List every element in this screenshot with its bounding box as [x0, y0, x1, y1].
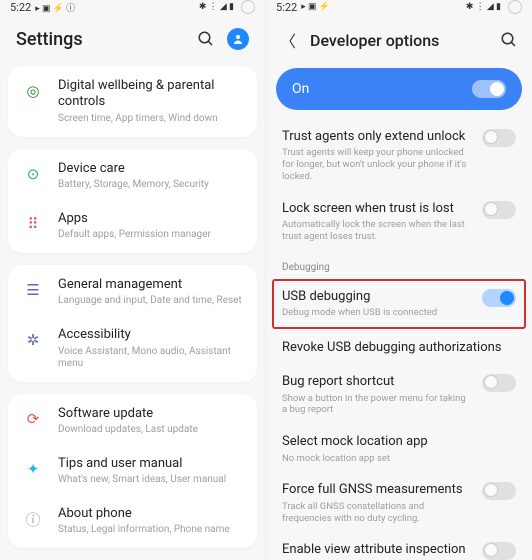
general-icon: ☰ — [22, 279, 44, 301]
row-general-management[interactable]: ☰ General management Language and input,… — [8, 267, 257, 317]
row-title: Tips and user manual — [58, 456, 243, 472]
on-label: On — [292, 81, 309, 97]
row-device-care[interactable]: ⊙ Device care Battery, Storage, Memory, … — [8, 151, 257, 201]
row-sub: Show a button in the power menu for taki… — [282, 393, 472, 417]
row-lock-screen-trust[interactable]: Lock screen when trust is lost Automatic… — [280, 192, 518, 252]
usb-debugging-highlight: USB debugging Debug mode when USB is con… — [272, 279, 526, 329]
row-sub: Download updates, Last update — [58, 424, 243, 436]
row-sub: Debug mode when USB is connected — [282, 307, 472, 319]
status-circle — [241, 0, 255, 14]
about-icon: ⓘ — [22, 508, 44, 530]
status-icons-left: ▸ ▣ ⚡ ⓘ — [35, 1, 75, 14]
row-mock-location[interactable]: Select mock location app No mock locatio… — [280, 425, 518, 473]
row-sub: Track all GNSS constellations and freque… — [282, 501, 472, 525]
accessibility-icon: ✲ — [22, 329, 44, 351]
search-icon[interactable] — [197, 30, 215, 48]
row-title: USB debugging — [282, 289, 472, 305]
status-time: 5:22 — [276, 1, 297, 14]
row-title: Revoke USB debugging authorizations — [282, 340, 516, 356]
row-revoke-usb[interactable]: Revoke USB debugging authorizations — [280, 331, 518, 365]
toggle-bug-report[interactable] — [482, 374, 516, 392]
settings-card: ⟳ Software update Download updates, Last… — [8, 394, 257, 549]
row-bug-report[interactable]: Bug report shortcut Show a button in the… — [280, 365, 518, 425]
row-title: Bug report shortcut — [282, 374, 472, 390]
profile-avatar[interactable] — [227, 28, 249, 50]
row-title: Lock screen when trust is lost — [282, 201, 472, 217]
section-debugging: Debugging — [280, 252, 518, 277]
settings-card: ☰ General management Language and input,… — [8, 265, 257, 382]
developer-on-toggle-row[interactable]: On — [276, 68, 522, 110]
developer-header: 〈 Developer options — [266, 14, 532, 62]
row-title: Digital wellbeing & parental controls — [58, 78, 243, 111]
toggle-gnss[interactable] — [482, 482, 516, 500]
status-icons-right: ✱ ⋮ ◢ ▮ — [199, 2, 234, 12]
row-sub: Language and input, Date and time, Reset — [58, 295, 243, 307]
wellbeing-icon: ◎ — [22, 80, 44, 102]
row-title: Device care — [58, 161, 243, 177]
row-title: General management — [58, 277, 243, 293]
status-bar: 5:22 ▸ ▣ ⚡ ⓘ ✱ ⋮ ◢ ▮ — [0, 0, 265, 14]
toggle-view-attr[interactable] — [482, 542, 516, 560]
row-sub: Status, Legal information, Phone name — [58, 524, 243, 536]
row-title: Apps — [58, 211, 243, 227]
phone-right: 5:22 ▸ ▣ ⚡ ✱ ⋮ ◢ ▮ 〈 Developer options O… — [266, 0, 532, 560]
settings-card: ⊙ Device care Battery, Storage, Memory, … — [8, 149, 257, 254]
row-sub: No mock location app set — [282, 453, 516, 465]
toggle-lock-screen-trust[interactable] — [482, 201, 516, 219]
settings-header: Settings — [0, 14, 265, 60]
status-bar: 5:22 ▸ ▣ ⚡ ✱ ⋮ ◢ ▮ — [266, 0, 532, 14]
row-gnss[interactable]: Force full GNSS measurements Track all G… — [280, 473, 518, 533]
row-tips[interactable]: ✦ Tips and user manual What's new, Smart… — [8, 446, 257, 496]
update-icon: ⟳ — [22, 408, 44, 430]
row-sub: What's new, Smart ideas, User manual — [58, 474, 243, 486]
row-title: About phone — [58, 506, 243, 522]
row-title: Enable view attribute inspection — [282, 542, 472, 558]
status-icons-left: ▸ ▣ ⚡ — [301, 2, 330, 12]
search-icon[interactable] — [500, 31, 518, 49]
row-about-phone[interactable]: ⓘ About phone Status, Legal information,… — [8, 496, 257, 546]
apps-icon: ⠿ — [22, 213, 44, 235]
row-sub: Default apps, Permission manager — [58, 229, 243, 241]
row-title: Accessibility — [58, 327, 243, 343]
status-circle — [508, 0, 522, 14]
row-sub: Screen time, App timers, Wind down — [58, 113, 243, 125]
page-title: Developer options — [310, 31, 486, 50]
row-digital-wellbeing[interactable]: ◎ Digital wellbeing & parental controls … — [8, 68, 257, 135]
settings-card: ◎ Digital wellbeing & parental controls … — [8, 66, 257, 137]
row-sub: Battery, Storage, Memory, Security — [58, 179, 243, 191]
row-sub: Voice Assistant, Mono audio, Assistant m… — [58, 346, 243, 370]
toggle-developer-on[interactable] — [472, 80, 506, 98]
status-time: 5:22 — [10, 1, 31, 14]
device-care-icon: ⊙ — [22, 163, 44, 185]
tips-icon: ✦ — [22, 458, 44, 480]
row-usb-debugging[interactable]: USB debugging Debug mode when USB is con… — [282, 289, 516, 319]
row-apps[interactable]: ⠿ Apps Default apps, Permission manager — [8, 201, 257, 251]
toggle-usb-debugging[interactable] — [482, 289, 516, 307]
back-icon[interactable]: 〈 — [280, 28, 296, 52]
row-sub: Trust agents will keep your phone unlock… — [282, 147, 472, 183]
row-title: Force full GNSS measurements — [282, 482, 472, 498]
phone-left: 5:22 ▸ ▣ ⚡ ⓘ ✱ ⋮ ◢ ▮ Settings ◎ Digital … — [0, 0, 266, 560]
toggle-trust-agents[interactable] — [482, 129, 516, 147]
row-title: Trust agents only extend unlock — [282, 129, 472, 145]
row-title: Select mock location app — [282, 434, 516, 450]
row-title: Software update — [58, 406, 243, 422]
row-software-update[interactable]: ⟳ Software update Download updates, Last… — [8, 396, 257, 446]
row-trust-agents[interactable]: Trust agents only extend unlock Trust ag… — [280, 120, 518, 192]
row-sub: Automatically lock the screen when the l… — [282, 219, 472, 243]
row-view-attr[interactable]: Enable view attribute inspection — [280, 533, 518, 560]
page-title: Settings — [16, 29, 83, 50]
developer-list: Trust agents only extend unlock Trust ag… — [266, 120, 532, 560]
status-icons-right: ✱ ⋮ ◢ ▮ — [466, 2, 501, 12]
row-accessibility[interactable]: ✲ Accessibility Voice Assistant, Mono au… — [8, 317, 257, 379]
